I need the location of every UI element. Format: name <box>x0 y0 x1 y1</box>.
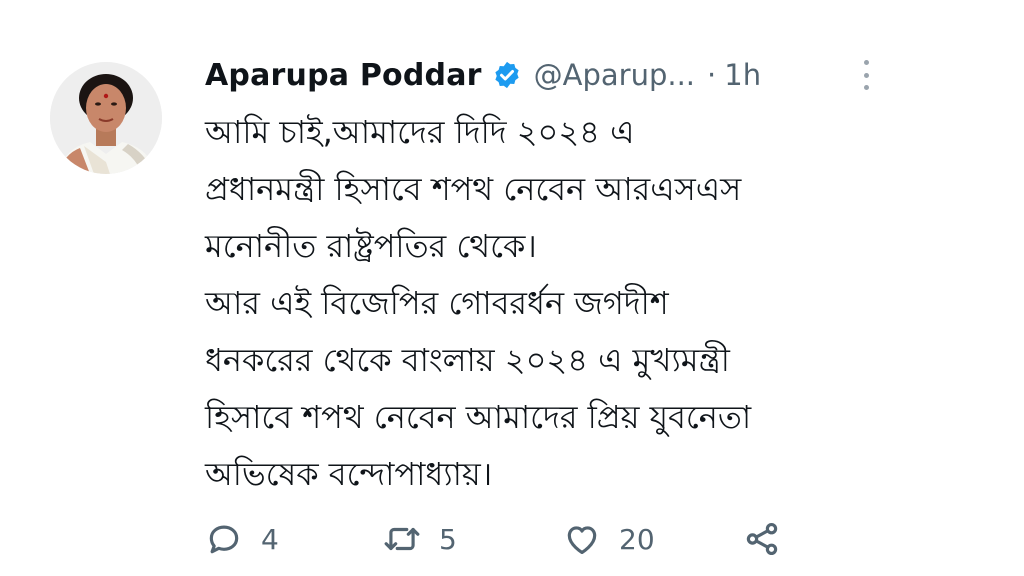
tweet-text-line: আমি চাই,আমাদের দিদি ২০২৪ এ <box>205 113 635 151</box>
like-count: 20 <box>619 522 655 556</box>
share-button[interactable] <box>743 512 781 566</box>
tweet-actions: 4 5 20 <box>205 512 825 566</box>
reply-button[interactable]: 4 <box>205 512 279 566</box>
retweet-icon <box>384 527 420 551</box>
reply-count: 4 <box>261 522 279 556</box>
share-icon <box>746 523 778 555</box>
like-button[interactable]: 20 <box>563 512 655 566</box>
heart-icon <box>567 526 597 555</box>
verified-badge-icon <box>492 60 522 90</box>
tweet-timestamp[interactable]: 1h <box>724 58 761 92</box>
tweet-text-line: আর এই বিজেপির গোবরর্ধন জগদীশ <box>205 284 669 322</box>
retweet-count: 5 <box>439 522 457 556</box>
tweet-text-line: মনোনীত রাষ্ট্রপতির থেকে। <box>205 227 537 265</box>
tweet-text-line: প্রধানমন্ত্রী হিসাবে শপথ নেবেন আরএসএস <box>205 170 742 208</box>
tweet-header: Aparupa Poddar @Aparup... · 1h <box>205 52 761 98</box>
author-name[interactable]: Aparupa Poddar <box>205 58 482 93</box>
separator-dot: · <box>707 58 717 92</box>
more-vertical-icon[interactable] <box>856 60 876 90</box>
reply-icon <box>209 525 239 554</box>
retweet-button[interactable]: 5 <box>383 512 457 566</box>
author-handle[interactable]: @Aparup... <box>534 58 695 92</box>
tweet-text-line: হিসাবে শপথ নেবেন আমাদের প্রিয় যুবনেতা <box>205 398 752 436</box>
tweet-card[interactable]: Aparupa Poddar @Aparup... · 1h আমি চাই,আ… <box>0 0 1024 576</box>
tweet-text: আমি চাই,আমাদের দিদি ২০২৪ এ প্রধানমন্ত্রী… <box>205 104 905 503</box>
tweet-text-line: অভিষেক বন্দোপাধ্যায়। <box>205 455 493 493</box>
avatar-image <box>50 62 162 174</box>
avatar[interactable] <box>50 62 162 174</box>
tweet-text-line: ধনকরের থেকে বাংলায় ২০২৪ এ মুখ্যমন্ত্রী <box>205 341 730 379</box>
